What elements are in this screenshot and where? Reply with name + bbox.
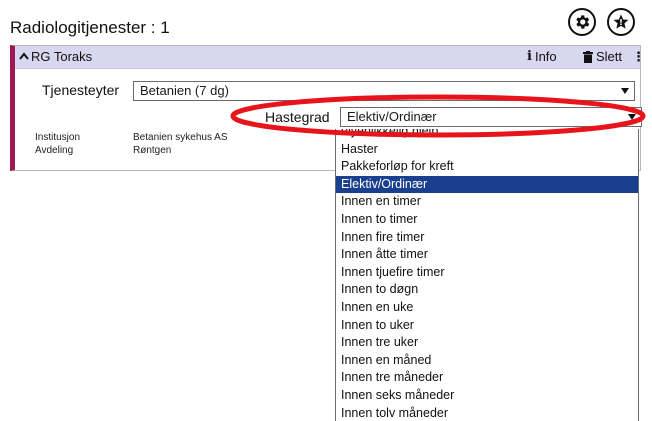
info-button[interactable]: i Info: [527, 49, 557, 64]
dropdown-option[interactable]: Elektiv/Ordinær: [336, 175, 638, 194]
chevron-up-icon[interactable]: [19, 52, 29, 60]
dropdown-option[interactable]: Innen to timer: [336, 211, 638, 229]
hastegrad-select[interactable]: Elektiv/Ordinær: [340, 107, 642, 127]
dropdown-option[interactable]: Innen en uke: [336, 299, 638, 317]
institusjon-value: Betanien sykehus AS: [133, 132, 228, 143]
tjenesteyter-select[interactable]: Betanien (7 dg): [133, 81, 635, 101]
dropdown-option[interactable]: Innen to døgn: [336, 281, 638, 299]
hastegrad-value: Elektiv/Ordinær: [347, 109, 437, 124]
dropdown-option[interactable]: Øyeblikkelig hjelp: [336, 129, 638, 141]
dropdown-option[interactable]: Innen tre uker: [336, 334, 638, 352]
dropdown-option[interactable]: Haster: [336, 141, 638, 159]
avdeling-value: Røntgen: [133, 145, 172, 156]
dropdown-option[interactable]: Pakkeforløp for kreft: [336, 158, 638, 176]
info-label: Info: [534, 49, 557, 64]
tjenesteyter-label: Tjenesteyter: [42, 82, 120, 98]
avdeling-label: Avdeling: [35, 145, 74, 156]
info-icon: i: [527, 49, 532, 64]
dropdown-arrow-icon: [628, 114, 636, 120]
delete-label: Slett: [596, 49, 623, 64]
dropdown-option[interactable]: Innen seks måneder: [336, 387, 638, 405]
hastegrad-label: Hastegrad: [265, 109, 330, 125]
dropdown-arrow-icon: [621, 88, 629, 94]
dropdown-option[interactable]: Innen en timer: [336, 193, 638, 211]
hastegrad-options-list[interactable]: Øyeblikkelig hjelp Haster Pakkeforløp for …: [335, 129, 639, 421]
trash-icon: [583, 50, 593, 63]
dropdown-option[interactable]: Innen tre måneder: [336, 369, 638, 387]
gear-icon[interactable]: [568, 8, 596, 36]
panel-header[interactable]: RG Toraks i Info Slett ⋮: [15, 46, 645, 69]
panel-title: RG Toraks: [31, 49, 93, 64]
delete-button[interactable]: Slett: [583, 49, 622, 64]
dropdown-option[interactable]: Innen tolv måneder: [336, 405, 638, 421]
dropdown-option[interactable]: Innen fire timer: [336, 229, 638, 247]
dropdown-option[interactable]: Innen tjuefire timer: [336, 264, 638, 282]
dropdown-option[interactable]: Innen åtte timer: [336, 246, 638, 264]
institusjon-label: Institusjon: [35, 132, 81, 143]
star-badge-icon[interactable]: [607, 8, 635, 36]
dropdown-option[interactable]: Innen to uker: [336, 317, 638, 335]
page-title: Radiologitjenester : 1: [10, 18, 170, 37]
tjenesteyter-value: Betanien (7 dg): [140, 83, 229, 98]
more-menu-icon[interactable]: ⋮: [632, 49, 645, 65]
dropdown-option[interactable]: Innen en måned: [336, 352, 638, 370]
